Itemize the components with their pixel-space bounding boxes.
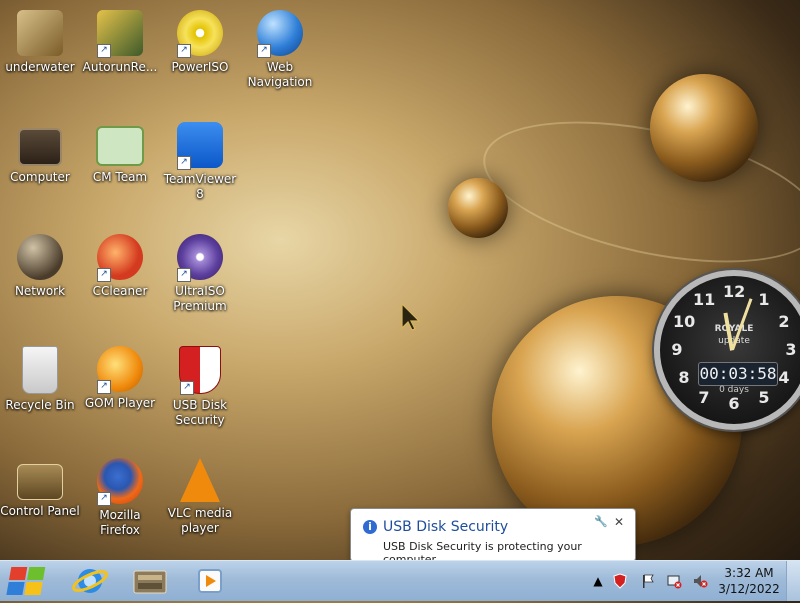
computer-icon — [18, 128, 62, 166]
desktop-icon-cm-team[interactable]: CM Team — [80, 116, 160, 185]
taskbar-clock[interactable]: 3:32 AM 3/12/2022 — [716, 565, 782, 597]
desktop-icon-mozilla-firefox[interactable]: ↗ Mozilla Firefox — [80, 452, 160, 538]
desktop-icon-usb-disk-security[interactable]: ↗ USB Disk Security — [160, 340, 240, 428]
desktop-icon-vlc[interactable]: VLC media player — [160, 452, 240, 536]
desktop-icon-network[interactable]: Network — [0, 228, 80, 299]
gom-player-icon: ↗ — [97, 346, 143, 394]
folder-icon — [17, 10, 63, 56]
taskbar-time: 3:32 AM — [724, 566, 774, 580]
ccleaner-icon: ↗ — [97, 234, 143, 282]
shortcut-arrow-icon: ↗ — [257, 44, 271, 58]
show-hidden-icons-chevron-icon[interactable]: ▲ — [590, 573, 606, 589]
taskbar: ▲ 3:32 AM 3/12/2022 — [0, 560, 800, 601]
desktop-icon-label: Mozilla Firefox — [99, 508, 141, 537]
desktop-icon-label: Network — [14, 284, 66, 298]
action-center-flag-icon[interactable] — [640, 573, 656, 589]
taskbar-media-player[interactable] — [182, 564, 238, 598]
desktop-icon-label: Control Panel — [0, 504, 80, 518]
recycle-bin-icon — [22, 346, 58, 394]
firefox-icon: ↗ — [97, 458, 143, 506]
desktop-icon-ccleaner[interactable]: ↗ CCleaner — [80, 228, 160, 299]
usb-disk-security-tray-icon[interactable] — [612, 573, 628, 589]
internet-explorer-icon — [71, 569, 109, 593]
shield-icon: ↗ — [179, 346, 221, 395]
desktop-icon-label: underwater — [5, 60, 75, 74]
desktop-icon-control-panel[interactable]: Control Panel — [0, 452, 80, 519]
desktop-icon-label: CCleaner — [92, 284, 148, 298]
show-desktop-button[interactable] — [786, 561, 800, 601]
balloon-title: USB Disk Security — [383, 519, 509, 535]
desktop-icon-recycle-bin[interactable]: Recycle Bin — [0, 340, 80, 413]
desktop-icon-label: UltraISO Premium — [173, 284, 227, 313]
media-player-icon — [198, 569, 222, 593]
windows-logo-icon — [6, 567, 46, 595]
clock-number: 6 — [728, 394, 740, 413]
wrench-icon[interactable]: 🔧 — [594, 515, 608, 529]
desktop-icon-gom-player[interactable]: ↗ GOM Player — [80, 340, 160, 411]
network-icon — [17, 234, 63, 280]
ultraiso-icon: ↗ — [177, 234, 223, 282]
shortcut-arrow-icon: ↗ — [177, 268, 191, 282]
clock-number: 11 — [693, 290, 716, 309]
mouse-cursor-icon — [401, 302, 421, 331]
desktop-icon-label: Recycle Bin — [5, 398, 75, 412]
taskbar-windows-explorer[interactable] — [122, 564, 178, 598]
vlc-cone-icon — [180, 458, 220, 502]
shield-icon — [613, 573, 627, 589]
certificate-icon — [96, 126, 144, 166]
desktop-icon-computer[interactable]: Computer — [0, 116, 80, 185]
shortcut-arrow-icon: ↗ — [97, 44, 111, 58]
desktop-icon-label: USB Disk Security — [172, 398, 228, 427]
windows-explorer-icon — [133, 570, 167, 594]
network-status-icon[interactable] — [666, 573, 682, 589]
wallpaper-sphere-small — [448, 178, 508, 238]
teamviewer-icon: ↗ — [177, 122, 223, 170]
clock-gadget[interactable]: 12 1 2 3 4 5 6 7 8 9 10 11 ROYALE update… — [654, 270, 800, 430]
globe-icon: ↗ — [257, 10, 303, 58]
shortcut-arrow-icon: ↗ — [180, 381, 194, 395]
taskbar-internet-explorer[interactable] — [62, 564, 118, 598]
desktop-icon-teamviewer[interactable]: ↗ TeamViewer 8 — [160, 116, 240, 202]
desktop-icon-ultraiso[interactable]: ↗ UltraISO Premium — [160, 228, 240, 314]
desktop-icon-poweriso[interactable]: ↗ PowerISO — [160, 4, 240, 75]
desktop: underwater Computer Network Recycle Bin … — [0, 0, 800, 560]
shortcut-arrow-icon: ↗ — [97, 380, 111, 394]
taskbar-date: 3/12/2022 — [718, 582, 780, 596]
desktop-icon-web-navigation[interactable]: ↗ Web Navigation — [240, 4, 320, 90]
shortcut-arrow-icon: ↗ — [97, 492, 111, 506]
shortcut-arrow-icon: ↗ — [177, 156, 191, 170]
clock-number: 12 — [723, 282, 746, 301]
volume-muted-icon[interactable] — [692, 573, 708, 589]
shortcut-arrow-icon: ↗ — [97, 268, 111, 282]
shortcut-arrow-icon: ↗ — [177, 44, 191, 58]
clock-number: 1 — [758, 290, 770, 309]
desktop-icon-label: VLC media player — [167, 506, 233, 535]
notification-balloon[interactable]: i USB Disk Security USB Disk Security is… — [350, 508, 636, 569]
desktop-icon-label: Web Navigation — [247, 60, 313, 89]
desktop-icon-underwater[interactable]: underwater — [0, 4, 80, 75]
desktop-icon-label: GOM Player — [84, 396, 156, 410]
desktop-icon-label: Computer — [10, 170, 70, 184]
control-panel-icon — [17, 464, 63, 500]
desktop-icon-label: CM Team — [92, 170, 148, 184]
desktop-icon-autorunre[interactable]: ↗ AutorunRe... — [80, 4, 160, 75]
clock-days: 0 days — [719, 385, 749, 395]
wallpaper-sphere-top — [650, 74, 758, 182]
clock-elapsed-time: 00:03:58 — [698, 362, 778, 386]
desktop-icon-label: TeamViewer 8 — [163, 172, 237, 201]
info-icon: i — [363, 520, 377, 534]
desktop-icon-label: PowerISO — [171, 60, 229, 74]
disc-icon: ↗ — [177, 10, 223, 58]
start-button[interactable] — [2, 563, 56, 599]
usb-shield-icon: ↗ — [97, 10, 143, 58]
close-icon[interactable]: ✕ — [613, 515, 625, 529]
desktop-icon-label: AutorunRe... — [82, 60, 158, 74]
